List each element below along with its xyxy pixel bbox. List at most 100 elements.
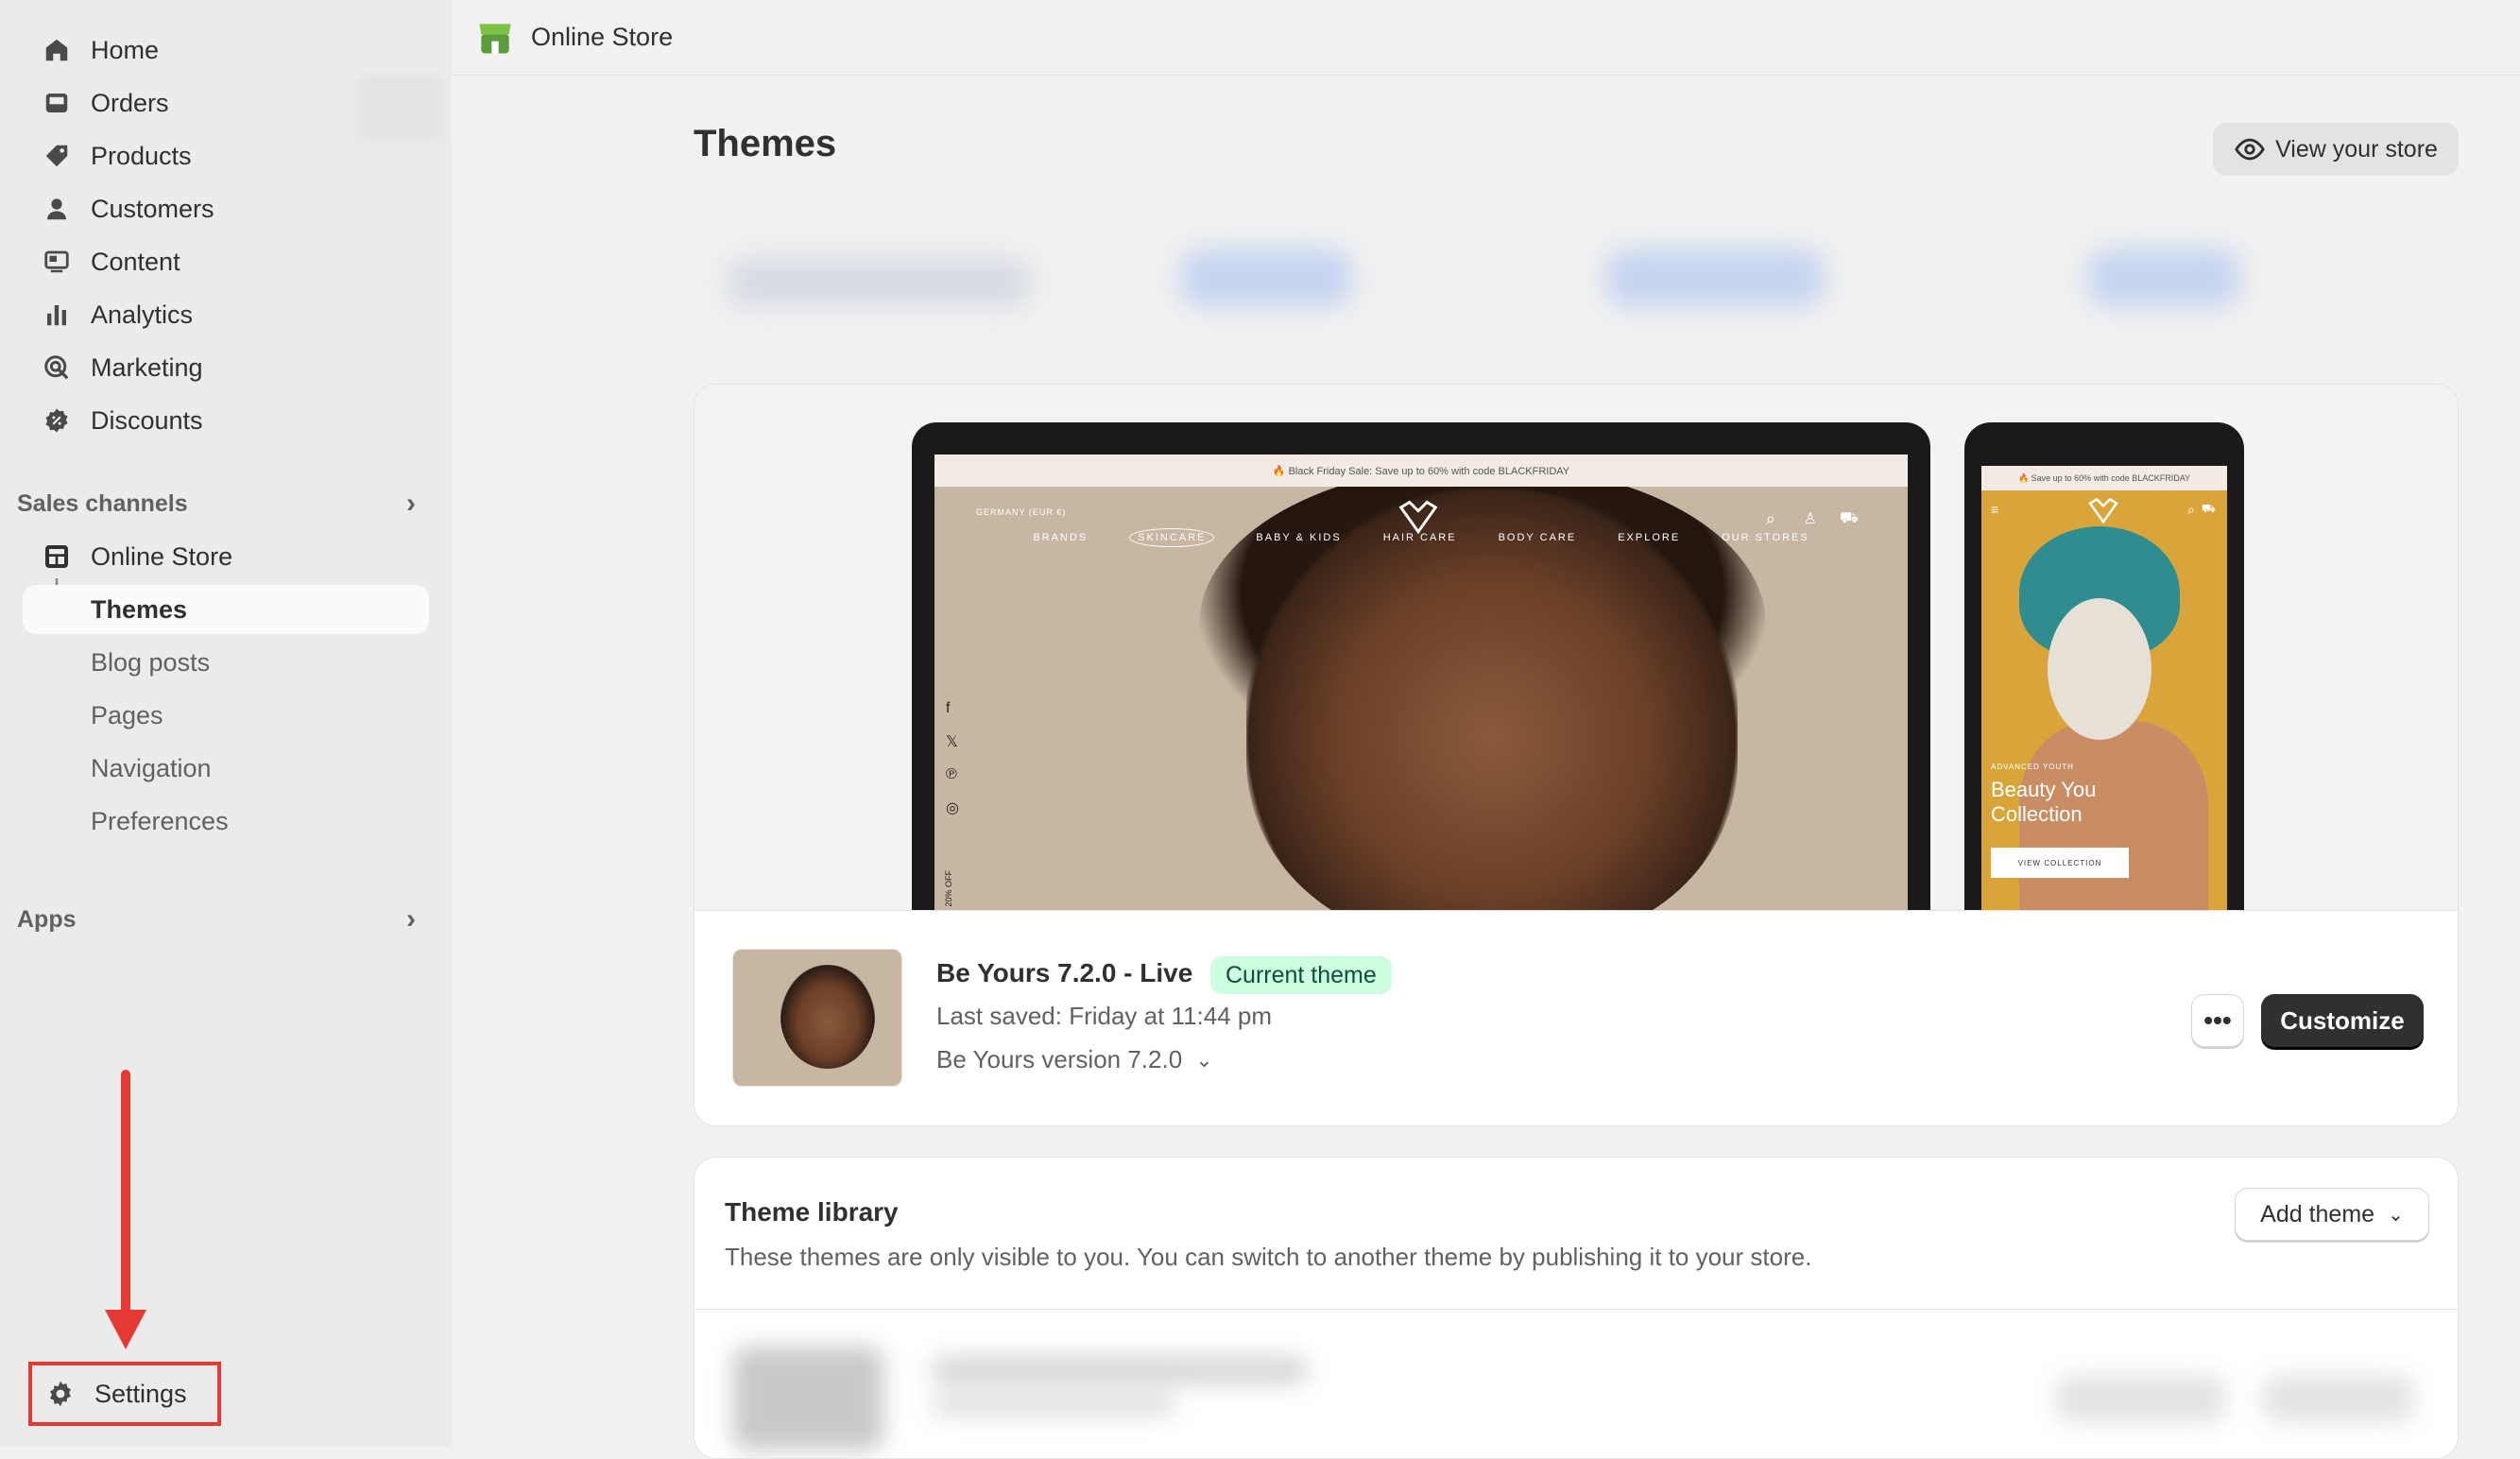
sidebar-item-online-store[interactable]: Online Store <box>23 532 429 581</box>
theme-library-title: Theme library <box>725 1197 899 1227</box>
sidebar-item-themes[interactable]: Themes <box>23 585 429 634</box>
sidebar-item-label: Online Store <box>91 541 233 571</box>
annotation-arrow-head <box>105 1310 146 1349</box>
gear-icon <box>42 1375 79 1413</box>
chevron-down-icon: ⌄ <box>2388 1204 2404 1226</box>
annotation-arrow <box>121 1070 130 1315</box>
theme-version-label: Be Yours version 7.2.0 <box>936 1045 1183 1073</box>
content-icon <box>38 243 76 281</box>
preview-mobile-line: Collection <box>1991 802 2083 826</box>
home-icon <box>38 31 76 69</box>
more-actions-button[interactable]: ••• <box>2191 994 2244 1047</box>
preview-menu-item: BRANDS <box>1033 532 1089 543</box>
desktop-preview-screen: 🔥 Black Friday Sale: Save up to 60% with… <box>934 455 1908 914</box>
current-theme-badge: Current theme <box>1210 956 1392 994</box>
sidebar-item-label: Pages <box>91 700 163 730</box>
preview-mobile-button: VIEW COLLECTION <box>1991 848 2129 878</box>
sidebar-item-pages[interactable]: Pages <box>23 691 429 740</box>
sidebar-item-analytics[interactable]: Analytics <box>23 290 429 339</box>
sidebar-item-label: Marketing <box>91 352 203 382</box>
preview-menu-item: BABY & KIDS <box>1256 532 1342 543</box>
theme-version-dropdown[interactable]: Be Yours version 7.2.0 ⌄ <box>936 1045 1213 1074</box>
theme-name: Be Yours 7.2.0 - Live <box>936 958 1193 987</box>
sidebar-item-blog-posts[interactable]: Blog posts <box>23 638 429 687</box>
sidebar-item-label: Preferences <box>91 806 229 835</box>
section-label: Sales channels <box>17 489 188 517</box>
bar-chart-icon <box>38 296 76 334</box>
sidebar: Home Orders Products Customers Content A… <box>0 0 452 1447</box>
pinterest-icon: ℗ <box>946 766 957 782</box>
online-store-logo-icon <box>479 23 511 53</box>
preview-cart-icon: ⛟ <box>1839 510 1859 526</box>
current-theme-card: 🔥 Black Friday Sale: Save up to 60% with… <box>694 384 2459 1126</box>
store-icon <box>38 538 76 575</box>
preview-social-icons: f 𝕏 ℗ ◎ <box>946 700 959 817</box>
sidebar-item-orders[interactable]: Orders <box>23 78 429 128</box>
sidebar-item-home[interactable]: Home <box>23 26 429 75</box>
preview-menu-item: SKINCARE <box>1129 528 1215 547</box>
preview-menu: BRANDS SKINCARE BABY & KIDS HAIR CARE BO… <box>934 528 1908 547</box>
sidebar-item-label: Content <box>91 247 180 276</box>
sidebar-item-label: Blog posts <box>91 647 211 677</box>
last-saved-text: Last saved: Friday at 11:44 pm <box>936 1002 1273 1030</box>
preview-menu-item: BODY CARE <box>1498 532 1577 543</box>
instagram-icon: ◎ <box>946 800 959 816</box>
topbar-title: Online Store <box>531 23 674 51</box>
customize-button[interactable]: Customize <box>2261 994 2424 1047</box>
preview-image <box>2048 598 2151 740</box>
sidebar-item-preferences[interactable]: Preferences <box>23 797 429 846</box>
orders-icon <box>38 84 76 122</box>
preview-logo-icon <box>1397 500 1439 536</box>
blurred-theme-list <box>694 1318 2458 1458</box>
theme-preview[interactable]: 🔥 Black Friday Sale: Save up to 60% with… <box>694 385 2458 914</box>
sidebar-item-discounts[interactable]: Discounts <box>23 396 429 445</box>
sidebar-item-products[interactable]: Products <box>23 131 429 180</box>
chevron-right-icon: › <box>406 903 416 935</box>
facebook-icon: f <box>946 700 951 716</box>
theme-library-card: Theme library These themes are only visi… <box>694 1157 2459 1459</box>
sidebar-item-settings[interactable]: Settings <box>32 1365 217 1422</box>
sidebar-item-label: Customers <box>91 194 214 223</box>
top-bar: Online Store <box>452 0 2520 76</box>
preview-cart-icon: ⛟ <box>2201 502 2216 515</box>
preview-country: GERMANY (EUR €) <box>976 507 1067 517</box>
sidebar-item-label: Home <box>91 35 160 64</box>
preview-promo-bar-mobile: 🔥 Save up to 60% with code BLACKFRIDAY <box>1981 466 2227 490</box>
sidebar-item-marketing[interactable]: Marketing <box>23 343 429 392</box>
sidebar-item-label: Discounts <box>91 405 203 435</box>
theme-library-description: These themes are only visible to you. Yo… <box>725 1243 1812 1271</box>
preview-mobile-heading: Beauty You Collection <box>1991 778 2096 827</box>
sales-channels-header[interactable]: Sales channels › <box>17 483 423 524</box>
preview-image <box>1246 489 1738 914</box>
preview-menu-item: OUR STORES <box>1722 532 1809 543</box>
preview-menu-icon: ≡ <box>1991 502 1999 517</box>
eye-icon <box>2235 138 2265 161</box>
theme-thumbnail <box>732 949 902 1087</box>
desktop-preview-frame: 🔥 Black Friday Sale: Save up to 60% with… <box>912 422 1930 914</box>
sidebar-item-label: Products <box>91 141 192 170</box>
sidebar-item-navigation[interactable]: Navigation <box>23 744 429 793</box>
preview-account-icon: ♙ <box>1803 511 1817 527</box>
sidebar-item-label: Orders <box>91 88 169 117</box>
view-store-button[interactable]: View your store <box>2213 123 2459 176</box>
tag-icon <box>38 137 76 175</box>
sidebar-item-label: Themes <box>91 594 188 624</box>
sidebar-item-customers[interactable]: Customers <box>23 184 429 233</box>
annotation-highlight-box: Settings <box>28 1362 221 1426</box>
person-icon <box>38 190 76 228</box>
mobile-preview-frame: 🔥 Save up to 60% with code BLACKFRIDAY ≡… <box>1964 422 2244 914</box>
add-theme-button[interactable]: Add theme ⌄ <box>2235 1188 2429 1241</box>
section-label: Apps <box>17 905 77 933</box>
target-icon <box>38 349 76 386</box>
preview-side-text: 20% OFF <box>944 870 953 907</box>
sidebar-item-label: Analytics <box>91 300 194 329</box>
discount-icon <box>38 402 76 439</box>
chevron-down-icon: ⌄ <box>1195 1047 1213 1072</box>
apps-header[interactable]: Apps › <box>17 899 423 940</box>
preview-search-icon: ⌕ <box>1765 509 1775 528</box>
sidebar-item-label: Navigation <box>91 753 212 782</box>
sidebar-item-content[interactable]: Content <box>23 237 429 286</box>
thumbnail-image <box>780 965 875 1069</box>
preview-search-icon: ⌕ <box>2187 502 2195 517</box>
chevron-right-icon: › <box>406 488 416 519</box>
